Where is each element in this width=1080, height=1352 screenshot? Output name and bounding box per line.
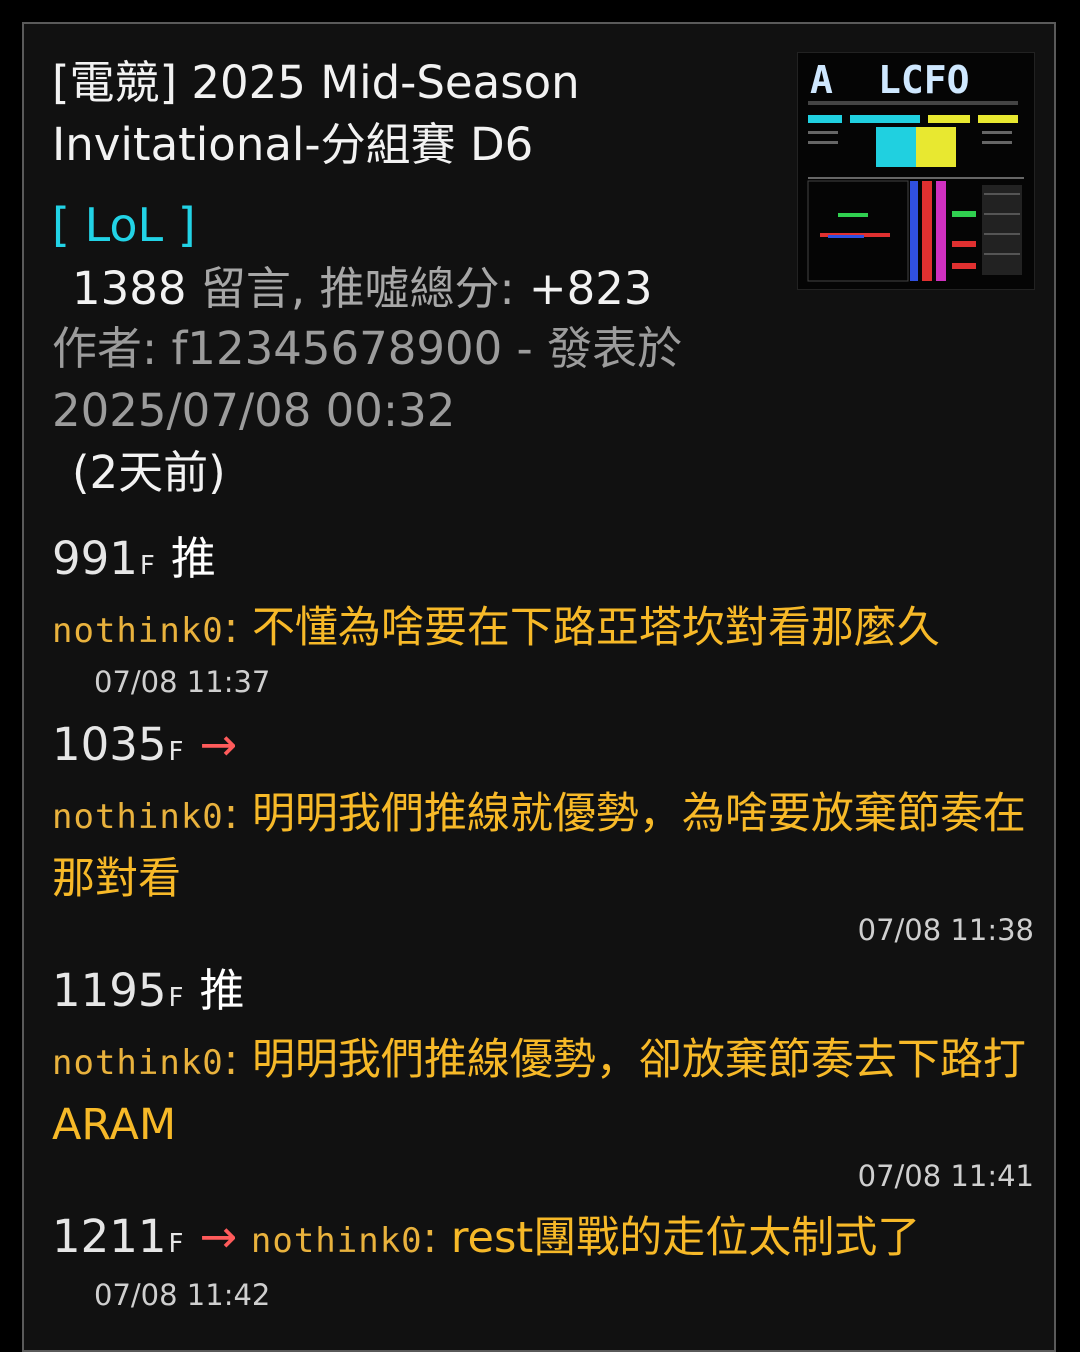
post-card[interactable]: [電競] 2025 Mid-Season Invitational-分組賽 D6… (22, 22, 1056, 1352)
post-title: [電競] 2025 Mid-Season Invitational-分組賽 D6 (52, 56, 580, 171)
post-thumbnail[interactable]: A LCFO (797, 52, 1035, 290)
arrow-icon: → (199, 718, 238, 771)
comment-time: 07/08 11:41 (857, 1159, 1034, 1193)
comment-time: 07/08 11:37 (94, 665, 271, 699)
comment-item[interactable]: 991F 推 nothink0: 不懂為啥要在下路亞塔坎對看那麼久 07/08 1… (52, 528, 1034, 702)
comment-count: 1388 (72, 262, 187, 315)
comment-time: 07/08 11:38 (857, 913, 1034, 947)
arrow-icon: → (199, 1210, 238, 1263)
comment-body: 1211F → nothink0: rest團戰的走位太制式了 (52, 1210, 921, 1263)
comment-floor: 1035F → (52, 718, 238, 771)
comment-body: nothink0: 明明我們推線就優勢，為啥要放棄節奏在那對看 (52, 789, 1026, 904)
comment-tag: 推 (170, 532, 216, 585)
comment-user[interactable]: nothink0 (52, 797, 224, 837)
comment-user[interactable]: nothink0 (251, 1221, 423, 1261)
score: +823 (528, 262, 653, 315)
comment-tag: 推 (199, 964, 245, 1017)
comment-text: rest團戰的走位太制式了 (450, 1213, 921, 1263)
comment-user[interactable]: nothink0 (52, 611, 224, 651)
comment-floor: 1195F 推 (52, 964, 245, 1017)
comment-floor: 991F 推 (52, 532, 216, 585)
board-tag[interactable]: [ LoL ] (52, 194, 196, 256)
comment-text: 不懂為啥要在下路亞塔坎對看那麼久 (251, 603, 940, 653)
comment-body: nothink0: 明明我們推線優勢，卻放棄節奏去下路打ARAM (52, 1035, 1026, 1150)
author-line: 作者: f12345678900 - 發表於 2025/07/08 00:32 (52, 322, 683, 437)
comment-body: nothink0: 不懂為啥要在下路亞塔坎對看那麼久 (52, 603, 940, 653)
comment-floor: 1211F → (52, 1210, 238, 1263)
comment-label: 留言, 推噓總分: (186, 262, 529, 315)
comment-user[interactable]: nothink0 (52, 1043, 224, 1083)
comment-item[interactable]: 1195F 推 nothink0: 明明我們推線優勢，卻放棄節奏去下路打ARAM … (52, 960, 1034, 1196)
relative-time: (2天前) (72, 446, 226, 499)
comment-time: 07/08 11:42 (94, 1278, 271, 1312)
comment-item[interactable]: 1035F → nothink0: 明明我們推線就優勢，為啥要放棄節奏在那對看 0… (52, 714, 1034, 950)
comment-item[interactable]: 1211F → nothink0: rest團戰的走位太制式了 07/08 11:… (52, 1206, 1034, 1315)
thumbnail-logo-text: LCFO (878, 58, 970, 102)
svg-text:A: A (810, 58, 833, 102)
post-stats: 1388 留言, 推噓總分: +823 (72, 258, 653, 320)
